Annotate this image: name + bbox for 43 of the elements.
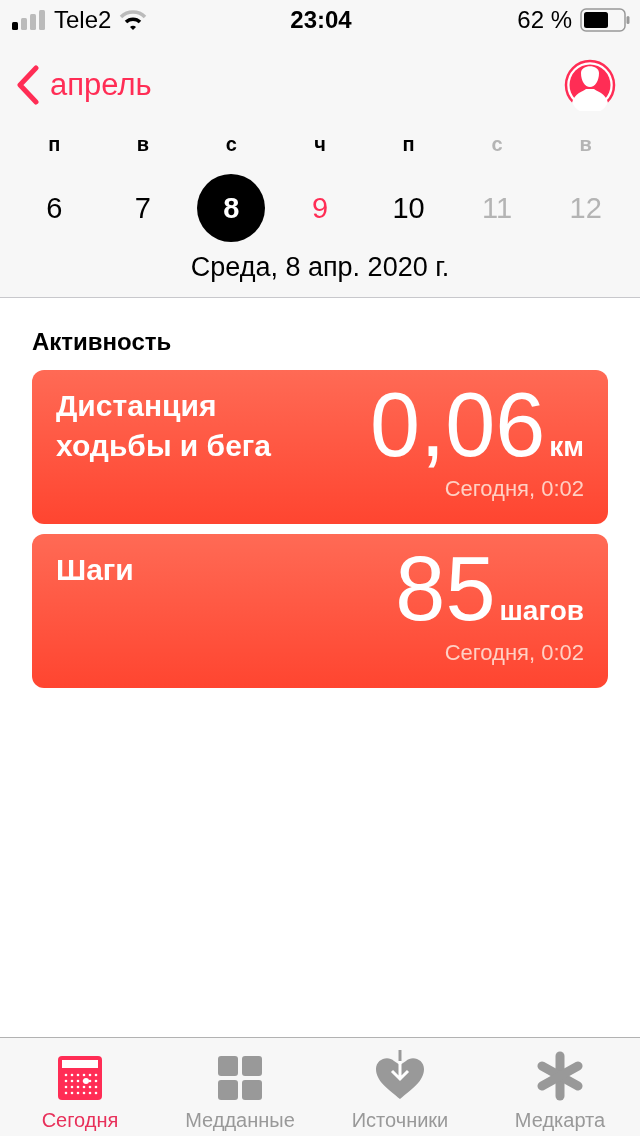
tab-bar-item[interactable]: Медкарта	[480, 1038, 640, 1136]
activity-card[interactable]: Шаги 85 шагов Сегодня, 0:02	[32, 534, 608, 688]
calendar-icon	[57, 1055, 103, 1101]
back-chevron-icon	[16, 65, 40, 105]
tab-bar-item[interactable]: Медданные	[160, 1038, 320, 1136]
weekday-label: с	[224, 132, 238, 157]
metric-value: 0,06	[370, 378, 546, 472]
card-title: Дистанция ходьбы и бега	[56, 388, 272, 464]
timestamp: Сегодня, 0:02	[444, 640, 584, 666]
day-button[interactable]: 7	[108, 174, 177, 242]
activity-card[interactable]: Дистанция ходьбы и бега 0,06 км Сегодня, 0:02	[32, 370, 608, 524]
carrier-name: Tele2	[54, 6, 112, 34]
weekday-label: в	[578, 132, 593, 157]
metric-unit: км	[549, 431, 584, 463]
signal-icon	[12, 10, 46, 30]
metric-value: 85	[395, 542, 496, 636]
selected-date: Среда, 8 апр. 2020 г.	[189, 252, 451, 283]
battery-percent: 62 %	[517, 6, 572, 34]
metric-unit: шагов	[499, 595, 584, 627]
timestamp: Сегодня, 0:02	[444, 476, 584, 502]
battery-icon	[580, 8, 630, 32]
back-button[interactable]: апрель	[16, 65, 152, 105]
weekday-label: ч	[313, 132, 327, 157]
day-button[interactable]: 10	[374, 174, 443, 242]
day-button[interactable]: 12	[551, 174, 620, 242]
weekday-label: п	[47, 132, 62, 157]
weekday-label: в	[135, 132, 150, 157]
weekday-label: п	[401, 132, 416, 157]
grid-icon	[217, 1055, 263, 1101]
day-button[interactable]: 11	[463, 174, 532, 242]
day-button[interactable]: 9	[286, 174, 354, 242]
weekday-label: с	[490, 132, 504, 157]
tab-bar-item[interactable]: Сегодня	[0, 1038, 160, 1136]
heart-download-icon	[374, 1049, 426, 1101]
day-button[interactable]: 8	[197, 174, 266, 242]
asterisk-icon	[536, 1051, 584, 1101]
card-title: Шаги	[56, 552, 135, 588]
profile-avatar-icon[interactable]	[564, 59, 616, 111]
tab-bar-item[interactable]: Источники	[320, 1038, 480, 1136]
clock-time: 23:04	[290, 6, 352, 34]
day-button[interactable]: 6	[20, 174, 89, 242]
wifi-icon	[119, 10, 148, 30]
section-title: Активность	[32, 328, 173, 356]
